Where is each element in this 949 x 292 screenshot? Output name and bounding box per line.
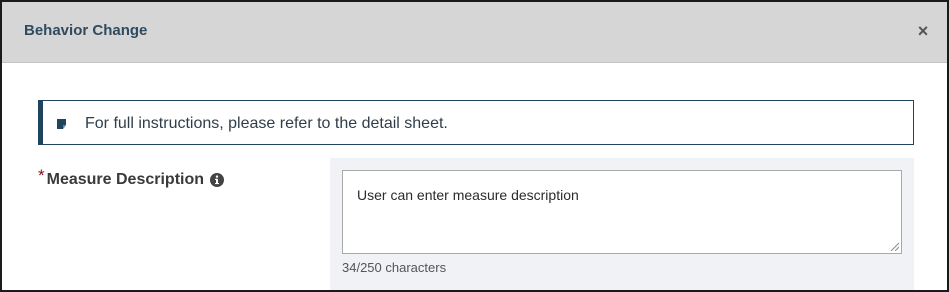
measure-description-label: Measure Description <box>46 171 205 188</box>
resize-handle-icon[interactable] <box>890 242 899 251</box>
dialog-header: Behavior Change × <box>2 2 947 63</box>
note-icon <box>57 119 66 129</box>
measure-description-label-group: * Measure Description <box>38 165 225 192</box>
required-marker: * <box>38 165 45 185</box>
instructions-banner: For full instructions, please refer to t… <box>38 100 914 145</box>
banner-text: For full instructions, please refer to t… <box>85 115 448 132</box>
dialog-title: Behavior Change <box>24 22 148 39</box>
measure-description-value: User can enter measure description <box>357 187 579 203</box>
measure-description-panel: User can enter measure description 34/25… <box>330 158 914 290</box>
behavior-change-dialog: Behavior Change × For full instructions,… <box>0 0 949 292</box>
measure-description-textarea[interactable]: User can enter measure description <box>342 170 902 254</box>
info-circle-icon[interactable] <box>210 173 225 187</box>
close-icon[interactable]: × <box>913 21 933 41</box>
character-count: 34/250 characters <box>342 260 447 275</box>
